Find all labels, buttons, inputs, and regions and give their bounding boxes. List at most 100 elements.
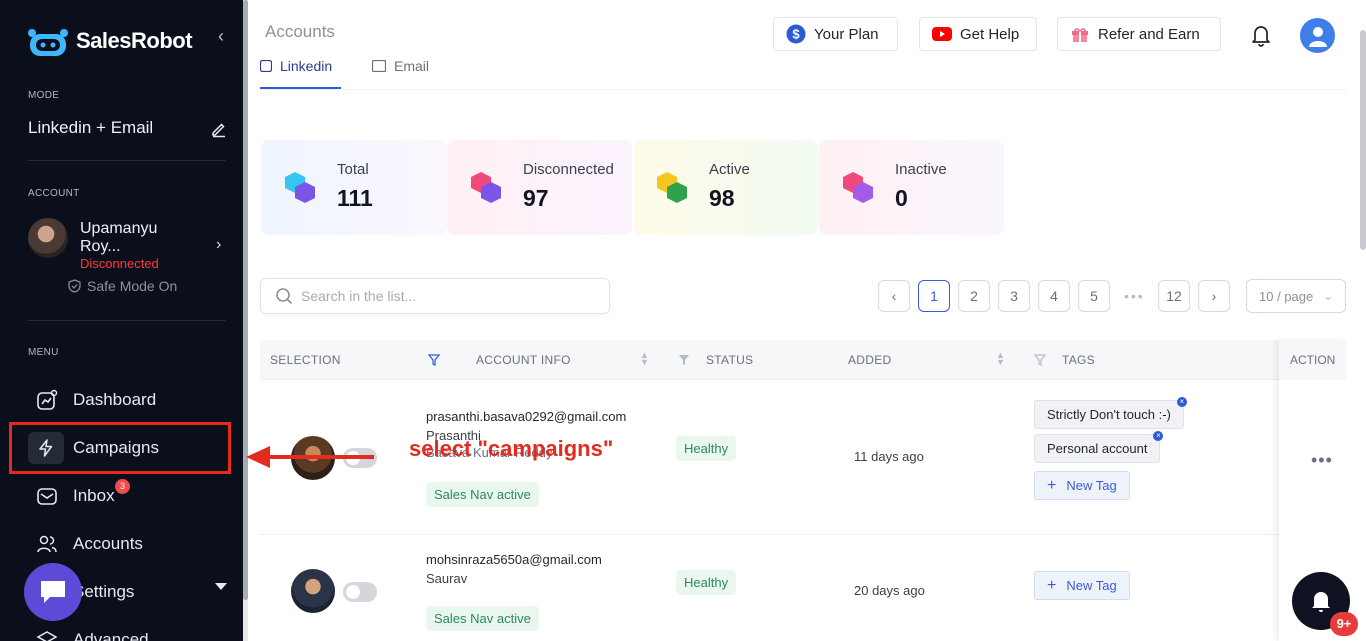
- sort-icon[interactable]: ▲ ▼: [996, 351, 1005, 367]
- sidebar-scrollbar[interactable]: [243, 0, 248, 641]
- chevron-right-icon[interactable]: ›: [216, 236, 221, 254]
- sort-icon[interactable]: ▲ ▼: [640, 351, 649, 367]
- column-header-account-info[interactable]: ACCOUNT INFO: [476, 353, 571, 367]
- dollar-icon: $: [786, 24, 806, 44]
- refer-label: Refer and Earn: [1098, 25, 1200, 43]
- tag-chip[interactable]: Strictly Don't touch :-) ×: [1034, 397, 1187, 429]
- page-button[interactable]: 4: [1038, 280, 1070, 312]
- cube-blue-icon: [285, 172, 315, 203]
- account-avatar: [291, 569, 335, 613]
- new-tag-label: New Tag: [1066, 578, 1117, 593]
- column-header-added[interactable]: ADDED: [848, 353, 892, 367]
- annotation-arrow-icon: [246, 446, 374, 468]
- account-email: mohsinraza5650a@gmail.com: [426, 552, 602, 567]
- prev-page-button[interactable]: ‹: [878, 280, 910, 312]
- cube-purple-icon: [843, 172, 873, 203]
- tag-chip[interactable]: Personal account ×: [1034, 431, 1164, 463]
- chat-widget-button[interactable]: [24, 563, 82, 621]
- sidebar-item-dashboard[interactable]: Dashboard: [28, 381, 228, 419]
- search-input[interactable]: [301, 288, 591, 304]
- your-plan-label: Your Plan: [814, 25, 879, 43]
- stat-label: Total: [337, 161, 369, 178]
- stat-value: 0: [895, 185, 908, 211]
- stat-label: Active: [709, 161, 750, 178]
- cube-pink-icon: [471, 172, 501, 203]
- tab-email[interactable]: Email: [372, 58, 429, 74]
- sidebar-divider: [28, 320, 226, 321]
- column-header-action: ACTION: [1279, 340, 1346, 380]
- linkedin-icon: [260, 60, 272, 72]
- remove-tag-icon[interactable]: ×: [1176, 397, 1187, 407]
- stat-card-disconnected: Disconnected 97: [447, 140, 632, 235]
- mode-label: MODE: [28, 90, 60, 101]
- row-actions-menu-icon[interactable]: •••: [1311, 450, 1333, 471]
- sidebar-item-label: Inbox: [73, 486, 115, 505]
- collapse-sidebar-icon[interactable]: ‹: [218, 26, 224, 47]
- tag-label: Personal account: [1047, 441, 1148, 456]
- sidebar-item-inbox[interactable]: Inbox 3: [28, 477, 228, 515]
- stat-card-total: Total 111: [261, 140, 446, 235]
- plus-icon: +: [1047, 576, 1057, 594]
- mail-icon: [372, 60, 386, 72]
- page-button[interactable]: 2: [958, 280, 990, 312]
- sidebar-item-label: Settings: [73, 582, 135, 601]
- stat-label: Inactive: [895, 161, 947, 178]
- new-tag-button[interactable]: + New Tag: [1034, 471, 1130, 500]
- sidebar-scrollbar-thumb[interactable]: [243, 0, 248, 600]
- filter-icon[interactable]: [678, 354, 690, 366]
- tab-linkedin[interactable]: Linkedin: [260, 58, 332, 74]
- bell-icon: [1312, 592, 1330, 612]
- page-button[interactable]: 1: [918, 280, 950, 312]
- sidebar-item-label: Dashboard: [73, 390, 157, 409]
- page-button[interactable]: 3: [998, 280, 1030, 312]
- row-divider: [260, 534, 1346, 535]
- stat-card-active: Active 98: [633, 140, 818, 235]
- get-help-button[interactable]: Get Help: [919, 17, 1037, 51]
- sidebar-item-accounts[interactable]: Accounts: [28, 525, 228, 563]
- column-header-tags: TAGS: [1062, 353, 1095, 367]
- sidebar-divider: [28, 160, 226, 161]
- safe-mode-text: Safe Mode On: [87, 278, 178, 294]
- page-button[interactable]: 5: [1078, 280, 1110, 312]
- table-header: SELECTION ACCOUNT INFO ▲ ▼ STATUS ADDED ▲…: [260, 340, 1346, 380]
- tab-label: Email: [394, 58, 430, 74]
- status-badge: Healthy: [676, 436, 737, 461]
- refer-and-earn-button[interactable]: Refer and Earn: [1057, 17, 1221, 51]
- filter-icon[interactable]: [428, 354, 440, 366]
- chat-icon: [41, 581, 65, 603]
- new-tag-button[interactable]: + New Tag: [1034, 571, 1130, 600]
- stat-label: Disconnected: [523, 161, 614, 178]
- stat-value: 111: [337, 185, 373, 211]
- account-toggle[interactable]: [343, 582, 377, 602]
- pagination-ellipsis[interactable]: •••: [1124, 288, 1145, 304]
- next-page-button[interactable]: ›: [1198, 280, 1230, 312]
- sales-nav-badge: Sales Nav active: [426, 606, 539, 631]
- account-status: Disconnected: [80, 256, 159, 271]
- inbox-icon: [28, 485, 64, 507]
- campaigns-highlight-box: [9, 422, 231, 474]
- sidebar: SalesRobot ‹ MODE Linkedin + Email ACCOU…: [0, 0, 243, 641]
- account-name[interactable]: Upamanyu Roy...: [80, 220, 190, 256]
- remove-tag-icon[interactable]: ×: [1153, 431, 1164, 441]
- robot-logo-icon: [28, 29, 68, 56]
- shield-check-icon: [68, 279, 81, 293]
- stat-value: 97: [523, 185, 549, 211]
- added-date: 11 days ago: [854, 449, 924, 464]
- page-button[interactable]: 12: [1158, 280, 1190, 312]
- page-scrollbar-thumb[interactable]: [1360, 30, 1366, 250]
- notification-bell-icon[interactable]: [1244, 18, 1278, 52]
- filter-icon[interactable]: [1034, 354, 1046, 366]
- user-avatar-icon[interactable]: [1300, 18, 1335, 53]
- account-avatar[interactable]: [28, 218, 68, 258]
- your-plan-button[interactable]: $ Your Plan: [773, 17, 898, 51]
- status-badge: Healthy: [676, 570, 737, 595]
- sidebar-item-advanced[interactable]: Advanced: [28, 621, 228, 641]
- edit-mode-icon[interactable]: [210, 120, 228, 143]
- tab-label: Linkedin: [280, 58, 333, 74]
- youtube-icon: [932, 27, 952, 41]
- search-box[interactable]: [260, 278, 610, 314]
- inbox-badge: 3: [115, 479, 130, 494]
- brand-name: SalesRobot: [76, 28, 193, 53]
- page-size-select[interactable]: 10 / page ⌄: [1246, 279, 1346, 313]
- brand-logo[interactable]: SalesRobot: [26, 24, 193, 58]
